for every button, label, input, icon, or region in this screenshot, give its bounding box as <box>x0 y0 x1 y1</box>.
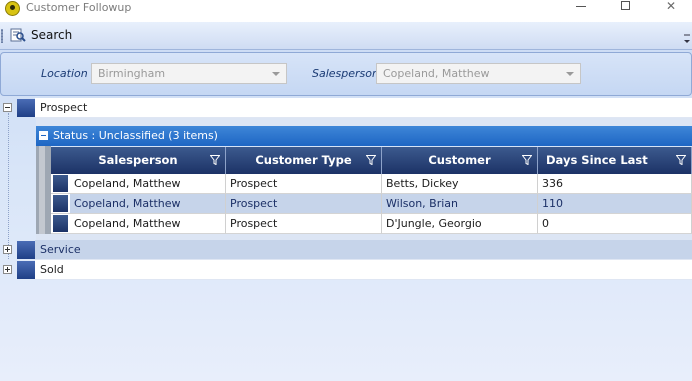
group-row-service[interactable]: Service <box>0 240 692 260</box>
filter-funnel-icon[interactable] <box>210 155 220 165</box>
filter-funnel-icon[interactable] <box>366 155 376 165</box>
column-header-salesperson[interactable]: Salesperson <box>51 147 226 174</box>
cell-salesperson[interactable]: Copeland, Matthew <box>70 214 226 234</box>
group-label[interactable]: Sold <box>35 260 692 280</box>
status-group-header[interactable]: Status : Unclassified (3 items) <box>36 126 692 146</box>
table-header: Salesperson Customer Type Customer Days … <box>51 147 692 194</box>
group-label[interactable]: Service <box>35 240 692 260</box>
toolbar: Search <box>0 22 692 50</box>
search-button[interactable]: Search <box>10 26 72 44</box>
window-title: Customer Followup <box>26 1 132 14</box>
salesperson-value: Copeland, Matthew <box>383 67 490 80</box>
table-row[interactable]: Copeland, Matthew Prospect Wilson, Brian… <box>51 194 692 214</box>
salesperson-dropdown[interactable]: Copeland, Matthew <box>376 63 581 84</box>
chevron-down-icon <box>272 72 280 76</box>
table-row[interactable]: Copeland, Matthew Prospect D'Jungle, Geo… <box>51 214 692 234</box>
table-row[interactable]: Copeland, Matthew Prospect Betts, Dickey… <box>51 174 692 194</box>
row-selector[interactable] <box>51 194 70 214</box>
status-group-label: Status : Unclassified (3 items) <box>53 129 218 142</box>
toolbar-grip[interactable] <box>1 29 3 43</box>
column-header-label: Customer Type <box>255 153 352 167</box>
location-value: Birmingham <box>98 67 166 80</box>
cell-days-since-last-activity[interactable]: 336 <box>538 174 692 194</box>
chevron-down-icon <box>566 72 574 76</box>
row-selector[interactable] <box>51 174 70 194</box>
expand-toggle[interactable] <box>3 245 12 254</box>
tree-line <box>8 113 9 259</box>
cell-salesperson[interactable]: Copeland, Matthew <box>70 194 226 214</box>
cell-customer-type[interactable]: Prospect <box>226 174 382 194</box>
location-label: Location <box>41 67 88 80</box>
app-logo-icon <box>5 1 20 16</box>
cell-customer[interactable]: Betts, Dickey <box>382 174 538 194</box>
group-marker-icon <box>17 241 35 259</box>
search-icon <box>10 27 26 43</box>
group-spacer <box>36 118 692 126</box>
group-marker-icon <box>17 99 35 117</box>
column-header-label: Salesperson <box>98 153 178 167</box>
group-marker-icon <box>17 261 35 279</box>
close-button[interactable]: ✕ <box>660 0 682 14</box>
group-row-sold[interactable]: Sold <box>0 260 692 280</box>
collapse-toggle[interactable] <box>3 103 12 112</box>
close-icon: ✕ <box>665 0 677 13</box>
salesperson-label: Salesperson <box>312 67 379 80</box>
row-selector[interactable] <box>51 214 70 234</box>
minimize-icon <box>576 6 586 7</box>
title-bar: Customer Followup ✕ <box>0 0 692 22</box>
cell-customer[interactable]: D'Jungle, Georgio <box>382 214 538 234</box>
column-header-customer-type[interactable]: Customer Type <box>226 147 382 174</box>
maximize-button[interactable] <box>614 0 636 14</box>
filter-panel: Location Birmingham Salesperson Copeland… <box>0 52 692 96</box>
cell-salesperson[interactable]: Copeland, Matthew <box>70 174 226 194</box>
cell-customer[interactable]: Wilson, Brian <box>382 194 538 214</box>
cell-customer-type[interactable]: Prospect <box>226 194 382 214</box>
search-button-label: Search <box>31 28 73 42</box>
toolbar-overflow-button[interactable] <box>683 32 691 46</box>
cell-days-since-last-activity[interactable]: 110 <box>538 194 692 214</box>
group-label[interactable]: Prospect <box>35 98 692 118</box>
maximize-icon <box>621 1 630 10</box>
column-header-label: Customer <box>428 153 491 167</box>
cell-days-since-last-activity[interactable]: 0 <box>538 214 692 234</box>
collapse-toggle[interactable] <box>39 131 48 140</box>
grid-indent-bar <box>36 146 51 234</box>
location-dropdown[interactable]: Birmingham <box>91 63 287 84</box>
group-row-prospect[interactable]: Prospect <box>0 98 692 118</box>
column-header-days-since-last-activity[interactable]: Days Since Last Activit <box>538 147 692 194</box>
chevron-down-icon <box>684 34 690 43</box>
minimize-button[interactable] <box>570 0 592 14</box>
cell-customer-type[interactable]: Prospect <box>226 214 382 234</box>
column-header-customer[interactable]: Customer <box>382 147 538 174</box>
filter-funnel-icon[interactable] <box>522 155 532 165</box>
expand-toggle[interactable] <box>3 265 12 274</box>
filter-funnel-icon[interactable] <box>676 155 686 165</box>
